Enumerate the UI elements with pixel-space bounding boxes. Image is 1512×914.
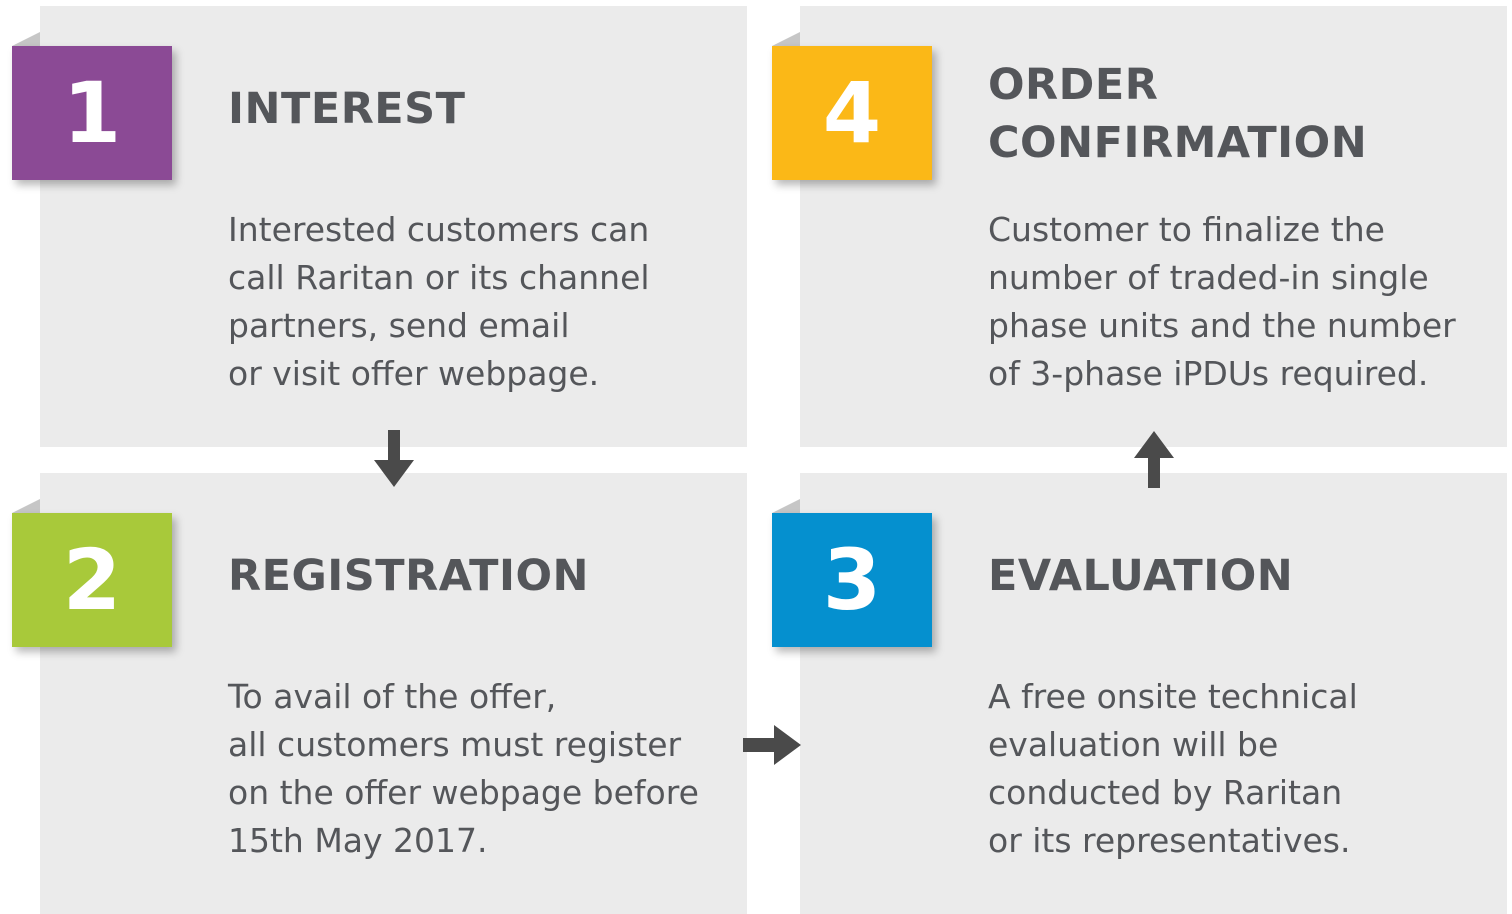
- step-4-description: Customer to finalize the number of trade…: [988, 206, 1456, 398]
- step-1-description-line: or visit offer webpage.: [228, 354, 600, 393]
- step-4-badge-fold: [772, 32, 800, 46]
- step-3-title-line: EVALUATION: [988, 551, 1294, 601]
- step-4-title-line: CONFIRMATION: [988, 118, 1368, 168]
- step-3-description-line: conducted by Raritan: [988, 773, 1343, 812]
- step-3-panel: 3 EVALUATION A free onsite technical eva…: [772, 473, 1507, 914]
- step-1-description-line: Interested customers can: [228, 210, 650, 249]
- step-4-title-line: ORDER: [988, 60, 1159, 110]
- step-1-description-line: partners, send email: [228, 306, 570, 345]
- step-3-description-line: or its representatives.: [988, 821, 1351, 860]
- step-3-description: A free onsite technical evaluation will …: [988, 673, 1358, 865]
- step-2-description-line: 15th May 2017.: [228, 821, 488, 860]
- step-3-badge: 3: [772, 513, 932, 647]
- step-3-badge-fold: [772, 499, 800, 513]
- step-2-description-line: To avail of the offer,: [228, 677, 557, 716]
- step-2-badge: 2: [12, 513, 172, 647]
- step-1-badge: 1: [12, 46, 172, 180]
- step-3-description-line: evaluation will be: [988, 725, 1279, 764]
- step-4-panel: 4 ORDER CONFIRMATION Customer to finaliz…: [772, 6, 1507, 447]
- step-4-badge: 4: [772, 46, 932, 180]
- step-4-description-line: Customer to finalize the: [988, 210, 1385, 249]
- step-1-description-line: call Raritan or its channel: [228, 258, 650, 297]
- step-2-description: To avail of the offer, all customers mus…: [228, 673, 699, 865]
- step-4-description-line: phase units and the number: [988, 306, 1456, 345]
- arrow-up-icon: [1134, 431, 1174, 488]
- step-4-description-line: of 3-phase iPDUs required.: [988, 354, 1429, 393]
- step-1-badge-fold: [12, 32, 40, 46]
- step-4-description-line: number of traded-in single: [988, 258, 1429, 297]
- step-1-title-line: INTEREST: [228, 84, 466, 134]
- step-3-title: EVALUATION: [988, 547, 1293, 605]
- step-2-badge-fold: [12, 499, 40, 513]
- step-1-title: INTEREST: [228, 80, 465, 138]
- step-2-description-line: all customers must register: [228, 725, 682, 764]
- step-1-panel: 1 INTEREST Interested customers can call…: [12, 6, 747, 447]
- arrow-right-icon: [743, 725, 801, 765]
- step-2-description-line: on the offer webpage before: [228, 773, 699, 812]
- step-2-title: REGISTRATION: [228, 547, 589, 605]
- step-2-title-line: REGISTRATION: [228, 551, 590, 601]
- step-2-panel: 2 REGISTRATION To avail of the offer, al…: [12, 473, 747, 914]
- arrow-down-icon: [374, 430, 414, 487]
- step-3-description-line: A free onsite technical: [988, 677, 1358, 716]
- step-4-title: ORDER CONFIRMATION: [988, 56, 1367, 172]
- step-1-description: Interested customers can call Raritan or…: [228, 206, 650, 398]
